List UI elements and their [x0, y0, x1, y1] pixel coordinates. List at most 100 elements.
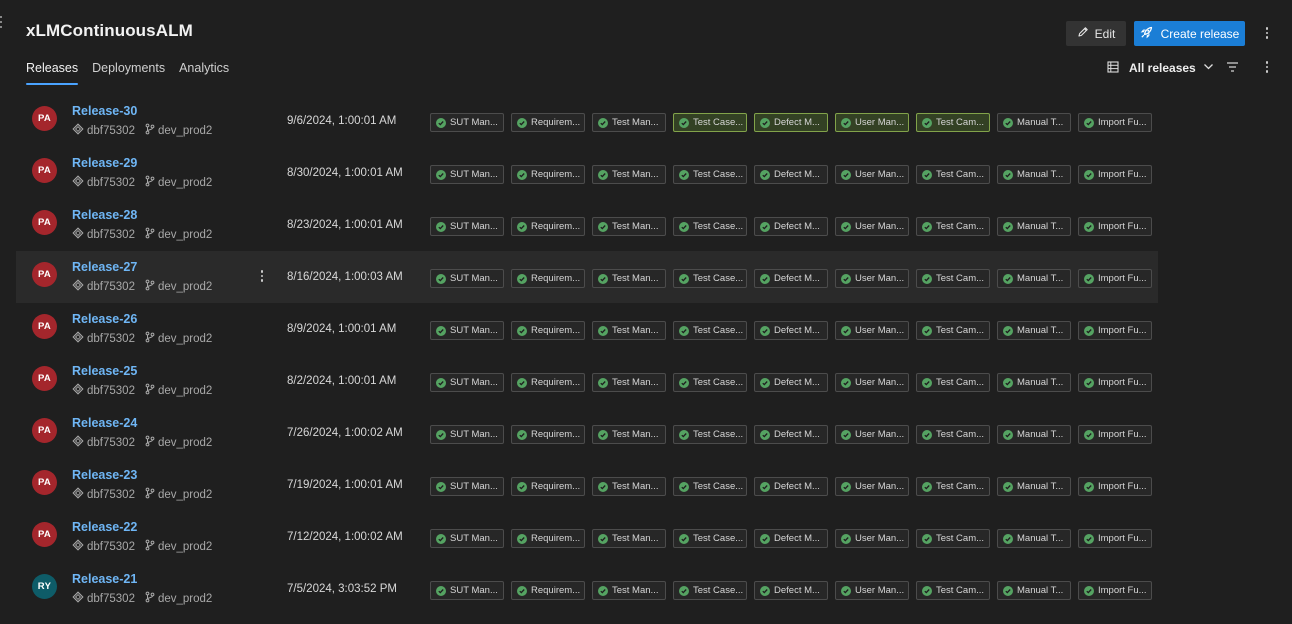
- stage-badge[interactable]: Import Fu...: [1078, 165, 1152, 184]
- stage-badge[interactable]: Requirem...: [511, 581, 585, 600]
- stage-badge[interactable]: User Man...: [835, 165, 909, 184]
- stage-badge[interactable]: User Man...: [835, 321, 909, 340]
- stage-badge[interactable]: Test Case...: [673, 529, 747, 548]
- stage-badge[interactable]: Defect M...: [754, 165, 828, 184]
- stage-badge[interactable]: Import Fu...: [1078, 477, 1152, 496]
- stage-badge[interactable]: Import Fu...: [1078, 581, 1152, 600]
- stage-badge[interactable]: Test Cam...: [916, 373, 990, 392]
- stage-badge[interactable]: SUT Man...: [430, 529, 504, 548]
- stage-badge[interactable]: Test Cam...: [916, 425, 990, 444]
- stage-badge[interactable]: Import Fu...: [1078, 373, 1152, 392]
- stage-badge[interactable]: Test Man...: [592, 425, 666, 444]
- release-filter-dropdown[interactable]: All releases: [1107, 60, 1215, 76]
- stage-badge[interactable]: Defect M...: [754, 477, 828, 496]
- more-vertical-icon[interactable]: [1259, 25, 1275, 41]
- stage-badge[interactable]: SUT Man...: [430, 165, 504, 184]
- stage-badge[interactable]: Requirem...: [511, 269, 585, 288]
- release-row[interactable]: PA Release-29 dbf75302 dev_prod2 8/30/202…: [16, 147, 1158, 199]
- release-name-link[interactable]: Release-24: [72, 416, 137, 430]
- release-name-link[interactable]: Release-21: [72, 572, 137, 586]
- release-name-link[interactable]: Release-28: [72, 208, 137, 222]
- stage-badge[interactable]: Defect M...: [754, 269, 828, 288]
- stage-badge[interactable]: User Man...: [835, 529, 909, 548]
- stage-badge[interactable]: User Man...: [835, 425, 909, 444]
- stage-badge[interactable]: Manual T...: [997, 217, 1071, 236]
- stage-badge[interactable]: Defect M...: [754, 581, 828, 600]
- stage-badge[interactable]: Test Man...: [592, 529, 666, 548]
- release-row[interactable]: PA Release-27 dbf75302 dev_prod2 8/16/202…: [16, 251, 1158, 303]
- stage-badge[interactable]: Test Man...: [592, 217, 666, 236]
- stage-badge[interactable]: SUT Man...: [430, 113, 504, 132]
- stage-badge[interactable]: Test Case...: [673, 113, 747, 132]
- stage-badge[interactable]: Test Case...: [673, 425, 747, 444]
- stage-badge[interactable]: Defect M...: [754, 321, 828, 340]
- stage-badge[interactable]: Requirem...: [511, 113, 585, 132]
- stage-badge[interactable]: Defect M...: [754, 113, 828, 132]
- stage-badge[interactable]: Test Case...: [673, 321, 747, 340]
- stage-badge[interactable]: Manual T...: [997, 425, 1071, 444]
- stage-badge[interactable]: Test Case...: [673, 165, 747, 184]
- stage-badge[interactable]: Test Case...: [673, 373, 747, 392]
- release-name-link[interactable]: Release-25: [72, 364, 137, 378]
- stage-badge[interactable]: Import Fu...: [1078, 529, 1152, 548]
- stage-badge[interactable]: Defect M...: [754, 529, 828, 548]
- release-name-link[interactable]: Release-29: [72, 156, 137, 170]
- stage-badge[interactable]: Test Cam...: [916, 165, 990, 184]
- release-row[interactable]: RY Release-21 dbf75302 dev_prod2 7/5/2024…: [16, 563, 1158, 615]
- stage-badge[interactable]: Requirem...: [511, 165, 585, 184]
- stage-badge[interactable]: SUT Man...: [430, 269, 504, 288]
- stage-badge[interactable]: SUT Man...: [430, 581, 504, 600]
- stage-badge[interactable]: Test Man...: [592, 581, 666, 600]
- stage-badge[interactable]: Requirem...: [511, 529, 585, 548]
- stage-badge[interactable]: Import Fu...: [1078, 269, 1152, 288]
- stage-badge[interactable]: User Man...: [835, 373, 909, 392]
- stage-badge[interactable]: Test Man...: [592, 373, 666, 392]
- release-row[interactable]: PA Release-30 dbf75302 dev_prod2 9/6/2024…: [16, 95, 1158, 147]
- tab-releases[interactable]: Releases: [26, 61, 79, 85]
- release-name-link[interactable]: Release-26: [72, 312, 137, 326]
- stage-badge[interactable]: SUT Man...: [430, 321, 504, 340]
- release-row[interactable]: PA Release-23 dbf75302 dev_prod2 7/19/202…: [16, 459, 1158, 511]
- stage-badge[interactable]: Test Case...: [673, 269, 747, 288]
- stage-badge[interactable]: Import Fu...: [1078, 217, 1152, 236]
- stage-badge[interactable]: Test Cam...: [916, 217, 990, 236]
- stage-badge[interactable]: User Man...: [835, 581, 909, 600]
- stage-badge[interactable]: Test Cam...: [916, 113, 990, 132]
- stage-badge[interactable]: Import Fu...: [1078, 113, 1152, 132]
- stage-badge[interactable]: Manual T...: [997, 581, 1071, 600]
- stage-badge[interactable]: Test Case...: [673, 217, 747, 236]
- stage-badge[interactable]: Requirem...: [511, 425, 585, 444]
- release-row[interactable]: PA Release-25 dbf75302 dev_prod2 8/2/2024…: [16, 355, 1158, 407]
- stage-badge[interactable]: Manual T...: [997, 113, 1071, 132]
- release-name-link[interactable]: Release-27: [72, 260, 137, 274]
- stage-badge[interactable]: Test Case...: [673, 581, 747, 600]
- stage-badge[interactable]: Requirem...: [511, 217, 585, 236]
- row-more-icon[interactable]: [254, 268, 270, 284]
- release-row[interactable]: PA Release-22 dbf75302 dev_prod2 7/12/202…: [16, 511, 1158, 563]
- tab-deployments[interactable]: Deployments: [92, 61, 165, 84]
- stage-badge[interactable]: User Man...: [835, 477, 909, 496]
- filter-icon[interactable]: [1226, 61, 1239, 76]
- stage-badge[interactable]: SUT Man...: [430, 217, 504, 236]
- release-name-link[interactable]: Release-22: [72, 520, 137, 534]
- stage-badge[interactable]: Import Fu...: [1078, 321, 1152, 340]
- stage-badge[interactable]: Test Cam...: [916, 321, 990, 340]
- release-name-link[interactable]: Release-30: [72, 104, 137, 118]
- stage-badge[interactable]: Manual T...: [997, 477, 1071, 496]
- view-options-more-icon[interactable]: [1259, 59, 1275, 75]
- stage-badge[interactable]: Manual T...: [997, 165, 1071, 184]
- stage-badge[interactable]: Test Man...: [592, 477, 666, 496]
- stage-badge[interactable]: Defect M...: [754, 425, 828, 444]
- create-release-button[interactable]: Create release: [1134, 21, 1245, 46]
- stage-badge[interactable]: User Man...: [835, 113, 909, 132]
- stage-badge[interactable]: Manual T...: [997, 529, 1071, 548]
- stage-badge[interactable]: User Man...: [835, 269, 909, 288]
- tab-analytics[interactable]: Analytics: [179, 61, 229, 84]
- stage-badge[interactable]: Test Man...: [592, 113, 666, 132]
- stage-badge[interactable]: Defect M...: [754, 373, 828, 392]
- edit-button[interactable]: Edit: [1066, 21, 1126, 46]
- stage-badge[interactable]: Requirem...: [511, 373, 585, 392]
- stage-badge[interactable]: Requirem...: [511, 321, 585, 340]
- release-row[interactable]: PA Release-24 dbf75302 dev_prod2 7/26/202…: [16, 407, 1158, 459]
- stage-badge[interactable]: Manual T...: [997, 269, 1071, 288]
